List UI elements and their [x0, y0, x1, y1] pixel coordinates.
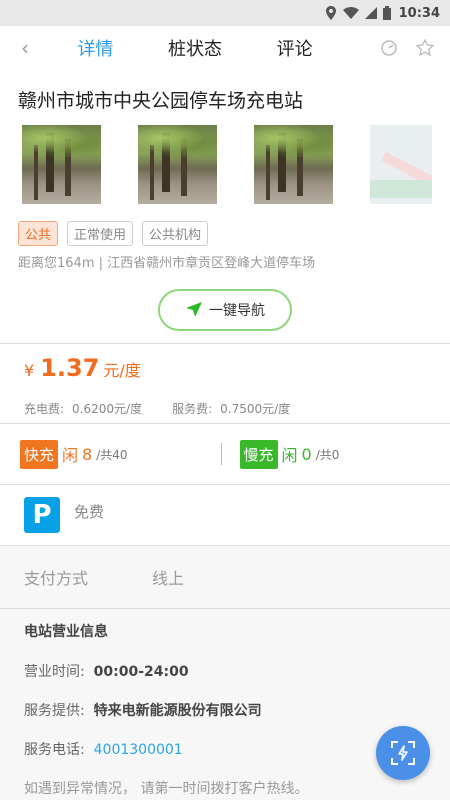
provider-value: 特来电新能源股份有限公司 [93, 703, 262, 719]
station-photo-1[interactable] [22, 125, 101, 204]
navigate-button[interactable]: 一键导航 [158, 289, 292, 331]
payment-method: 支付方式 线上 [0, 546, 450, 608]
hours-value: 00:00-24:00 [93, 664, 189, 680]
tab-bar: 详情 桩状态 评论 [50, 35, 380, 61]
tag-normal-use: 正常使用 [67, 221, 134, 246]
service-fee-value: 0.7500元/度 [220, 402, 291, 416]
station-map-thumbnail[interactable] [370, 125, 432, 204]
payment-label: 支付方式 [24, 569, 89, 588]
price-section: ¥ 1.37 元/度 充电费: 0.6200元/度 服务费: 0.7500元/度 [0, 344, 450, 423]
fast-charge-badge: 快充 [20, 439, 59, 469]
tab-charger-status[interactable]: 桩状态 [168, 35, 222, 61]
back-arrow-icon[interactable]: ‹ [0, 36, 50, 60]
slow-charge-badge: 慢充 [239, 439, 278, 469]
hotline-note: 如遇到异常情况， 请第一时间拨打客户热线。 [24, 781, 309, 797]
provider-label: 服务提供: [24, 703, 85, 719]
phone-label: 服务电话: [24, 742, 85, 758]
navigate-button-label: 一键导航 [209, 303, 265, 319]
parking-icon: P [24, 497, 60, 533]
hours-label: 营业时间: [24, 664, 85, 680]
slow-total: /共0 [315, 447, 340, 462]
tag-public-institution: 公共机构 [142, 221, 209, 246]
station-info: 赣州市城市中央公园停车场充电站 公共 正常使用 公共机构 距离您164m | 江… [0, 70, 450, 343]
navigation-arrow-icon [186, 302, 202, 317]
top-navigation: ‹ 详情 桩状态 评论 [0, 26, 450, 70]
wifi-icon [342, 7, 359, 19]
service-fee-label: 服务费: [172, 402, 213, 416]
tag-public: 公共 [18, 221, 59, 246]
price-unit: 元/度 [103, 361, 141, 380]
signal-icon [364, 7, 377, 19]
parking-section: P 免费 [0, 485, 450, 545]
fast-idle-count: 8 [82, 444, 93, 464]
divider [220, 443, 222, 465]
scan-icon [391, 741, 415, 765]
scan-charge-button[interactable] [376, 726, 430, 780]
hours-row: 营业时间: 00:00-24:00 [24, 661, 426, 681]
location-icon [325, 6, 336, 20]
electricity-fee-label: 充电费: [24, 402, 65, 416]
electricity-fee-value: 0.6200元/度 [72, 402, 143, 416]
slow-idle-count: 0 [301, 444, 312, 464]
tab-details[interactable]: 详情 [77, 35, 113, 61]
star-icon[interactable] [416, 39, 434, 57]
station-photo-3[interactable] [254, 125, 333, 204]
provider-row: 服务提供: 特来电新能源股份有限公司 [24, 700, 426, 720]
charger-availability: 快充 闲 8 /共40 慢充 闲 0 /共0 [0, 424, 450, 484]
price-value: 1.37 [40, 354, 100, 382]
status-time: 10:34 [398, 5, 440, 21]
station-title: 赣州市城市中央公园停车场充电站 [18, 90, 304, 112]
business-info-title: 电站营业信息 [24, 624, 108, 640]
fast-idle-prefix: 闲 [62, 446, 79, 465]
parking-fee: 免费 [74, 503, 105, 521]
station-photo-2[interactable] [138, 125, 217, 204]
phone-row: 服务电话: 4001300001 [24, 739, 426, 759]
tab-comments[interactable]: 评论 [277, 35, 313, 61]
tag-list: 公共 正常使用 公共机构 [18, 221, 432, 246]
battery-icon [382, 6, 391, 20]
status-bar: 10:34 [0, 0, 450, 26]
payment-value: 线上 [152, 569, 185, 588]
refresh-icon[interactable] [380, 39, 398, 57]
slow-charger-summary[interactable]: 慢充 闲 0 /共0 [239, 439, 431, 469]
fast-charger-summary[interactable]: 快充 闲 8 /共40 [20, 439, 211, 469]
photo-gallery [18, 123, 432, 207]
phone-link[interactable]: 4001300001 [94, 742, 183, 758]
fast-total: /共40 [96, 447, 128, 462]
slow-idle-prefix: 闲 [281, 446, 298, 465]
station-address: 距离您164m | 江西省赣州市章贡区登峰大道停车场 [18, 256, 316, 271]
price-currency: ¥ [24, 361, 35, 380]
